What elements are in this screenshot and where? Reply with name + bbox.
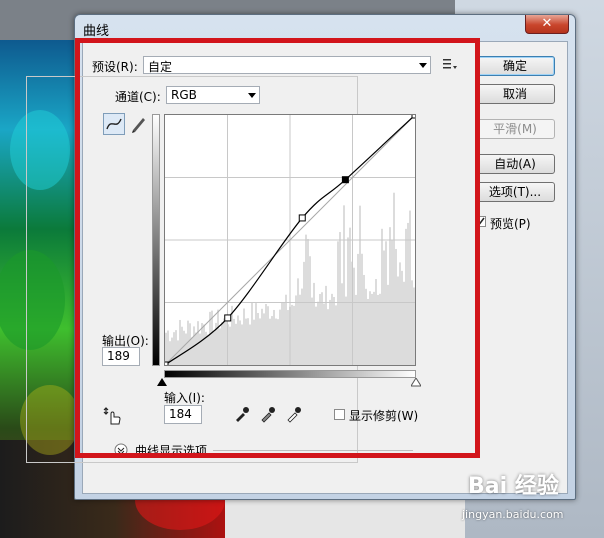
smooth-button[interactable]: 平滑(M): [475, 119, 555, 139]
close-button[interactable]: ✕: [525, 15, 569, 34]
preview-label: 预览(P): [490, 217, 531, 231]
close-icon: ✕: [541, 16, 553, 31]
cancel-button[interactable]: 取消: [475, 84, 555, 104]
auto-button[interactable]: 自动(A): [475, 154, 555, 174]
watermark-logo: Bai 经验: [468, 474, 559, 499]
watermark-url: jingyan.baidu.com: [462, 508, 564, 521]
highlight-annotation: [75, 38, 480, 458]
ok-button[interactable]: 确定: [475, 56, 555, 76]
window-title: 曲线: [83, 24, 110, 39]
options-button[interactable]: 选项(T)...: [475, 182, 555, 202]
